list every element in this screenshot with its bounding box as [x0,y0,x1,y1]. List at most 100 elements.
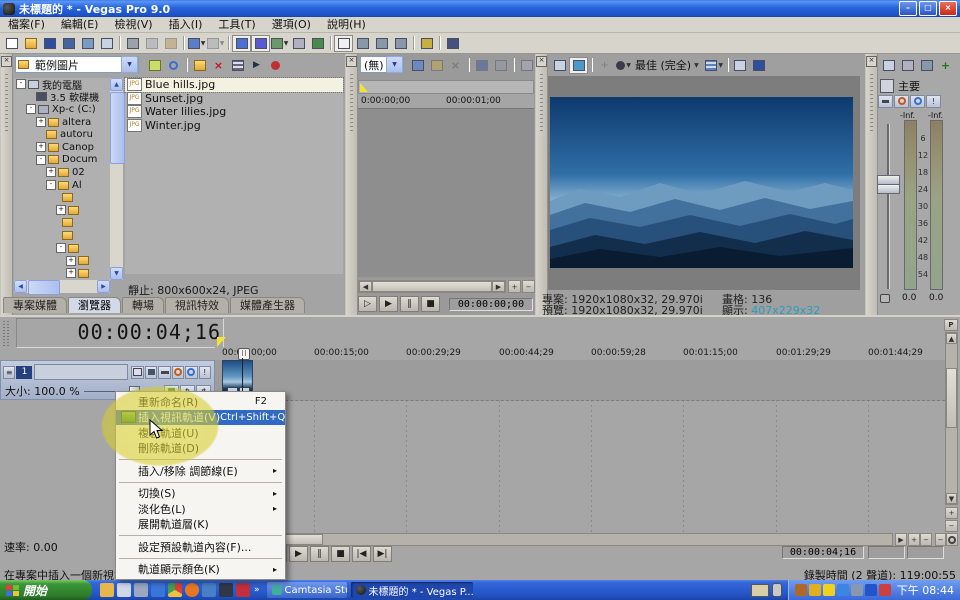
track-number-badge[interactable]: 1 [16,366,32,379]
file-row[interactable]: JPGSunset.jpg [125,92,343,106]
folder-tree[interactable]: -我的電腦 3.5 軟碟機 -Xp-c (C:) +altera autoru … [14,78,110,280]
ignore-grouping-icon[interactable] [289,35,308,52]
mute-icon[interactable] [185,366,197,379]
up-one-level-icon[interactable] [145,57,164,74]
context-menu-item-set-default-track-properties[interactable]: 設定預設軌道內容(F)... [116,539,285,555]
preview-quality-label[interactable]: 最佳 (完全) [635,57,691,73]
scroll-thumb[interactable] [110,92,125,164]
context-menu-item-track-display-color[interactable]: 軌道顯示顏色(K)▸ [116,562,285,578]
menu-file[interactable]: 檔案(F) [0,17,53,32]
timeline-vertical-scrollbar[interactable]: ▲ ▼ [945,332,958,505]
context-menu-item-switches[interactable]: 切換(S)▸ [116,486,285,502]
menu-tools[interactable]: 工具(T) [210,17,263,32]
undo-icon[interactable]: ▼ [187,35,206,52]
trimmer-scrollbar[interactable]: ◀ ▶ [358,280,506,293]
pause-button[interactable]: ‖ [310,546,329,562]
track-zoom-in-icon[interactable]: + [945,507,958,519]
media-player-icon[interactable] [202,583,216,597]
stop-button[interactable]: ■ [331,546,350,562]
track-fx-icon[interactable] [172,366,184,379]
mixer-properties-icon[interactable] [879,57,898,74]
auto-preview-icon[interactable] [266,57,285,74]
pan-crop-icon[interactable] [158,366,170,379]
external-monitor-icon[interactable] [569,57,588,74]
track-name-field[interactable] [34,364,128,380]
scroll-right-icon[interactable]: ▶ [895,533,907,546]
playhead-handle[interactable] [238,348,250,360]
render-as-icon[interactable] [59,35,78,52]
pan-icon[interactable] [878,95,893,108]
document-icon[interactable] [117,583,131,597]
context-menu-item-rename[interactable]: 重新命名(R)F2 [116,394,285,410]
zoom-out-icon[interactable]: − [522,280,535,293]
chevron-down-icon[interactable]: ▼ [121,56,138,73]
scroll-left-icon[interactable]: ◀ [359,281,372,292]
fader-handle[interactable] [877,184,900,194]
play-button[interactable]: ▶ [379,296,398,312]
menu-edit[interactable]: 編輯(E) [53,17,107,32]
vegas-icon[interactable] [236,583,250,597]
context-menu-item-duplicate-track[interactable]: 複製軌道(U) [116,425,285,441]
time-zoom-out-icon[interactable]: − [920,533,932,546]
tray-icon[interactable] [809,584,821,596]
language-keyboard-icon[interactable] [751,584,769,597]
track-zoom-out-icon[interactable]: − [945,520,958,532]
file-row[interactable]: JPGWater lilies.jpg [125,105,343,119]
close-panel-icon[interactable]: × [866,56,877,67]
capture-video-icon[interactable] [78,35,97,52]
play-button[interactable]: ▶ [289,546,308,562]
trimmer-preset-combo[interactable]: (無) ▼ [360,56,404,73]
zoom-in-icon[interactable]: + [508,280,521,293]
tab-project-media[interactable]: 專案媒體 [3,297,67,313]
close-panel-icon[interactable]: × [536,56,547,67]
timeline-corner-button[interactable]: P [944,319,958,331]
zoom-tool-icon[interactable] [391,35,410,52]
enable-snapping-icon[interactable] [232,35,251,52]
scroll-down-icon[interactable]: ▼ [110,267,123,280]
refresh-icon[interactable] [164,57,183,74]
chevron-down-icon[interactable]: ▼ [386,56,403,73]
camera-icon[interactable] [219,583,233,597]
envelope-tool-icon[interactable] [353,35,372,52]
solo-icon[interactable]: ! [199,366,211,379]
overlays-icon[interactable]: ▼ [705,57,724,74]
envelope-edit-icon[interactable] [308,35,327,52]
time-display[interactable]: 00:00:04;16 [16,318,224,348]
selection-tool-icon[interactable] [372,35,391,52]
menu-view[interactable]: 檢視(V) [106,17,160,32]
menu-options[interactable]: 選項(O) [264,17,319,32]
tray-icon[interactable] [879,584,891,596]
scroll-thumb[interactable] [372,281,492,292]
file-row[interactable]: JPGWinter.jpg [125,119,343,133]
timeline-horizontal-scrollbar[interactable] [215,533,893,546]
app-icon[interactable] [134,583,148,597]
open-in-audio-editor-icon[interactable] [408,57,427,74]
selection-start-box[interactable] [868,546,905,559]
tray-icon[interactable] [851,584,863,596]
scroll-up-icon[interactable]: ▲ [110,78,123,91]
lock-envelopes-icon[interactable]: ▼ [270,35,289,52]
tray-media-icon[interactable] [865,584,877,596]
properties-icon[interactable] [97,35,116,52]
selection-end-box[interactable] [907,546,944,559]
internet-explorer-icon[interactable] [151,583,165,597]
cut-icon[interactable] [123,35,142,52]
auto-ripple-icon[interactable] [251,35,270,52]
new-project-icon[interactable] [2,35,21,52]
close-button[interactable]: × [939,1,957,16]
timeline-grip[interactable] [7,320,9,346]
start-button[interactable]: 開始 [0,580,92,600]
scroll-down-icon[interactable]: ▼ [946,493,957,504]
bus-fx-icon[interactable] [894,95,909,108]
context-menu-item-fade-colors[interactable]: 淡化色(L)▸ [116,501,285,517]
save-icon[interactable] [40,35,59,52]
microphone-icon[interactable] [772,583,782,597]
trimmer-timecode[interactable]: 00:00:00;00 [449,298,533,311]
lock-fader-icon[interactable] [880,294,890,303]
normal-edit-tool-icon[interactable] [334,35,353,52]
new-folder-icon[interactable] [190,57,209,74]
zoom-tool-icon[interactable] [946,533,958,546]
folder-icon[interactable] [100,583,114,597]
overflow-chevron-icon[interactable]: » [254,585,260,595]
whats-this-help-icon[interactable] [443,35,462,52]
